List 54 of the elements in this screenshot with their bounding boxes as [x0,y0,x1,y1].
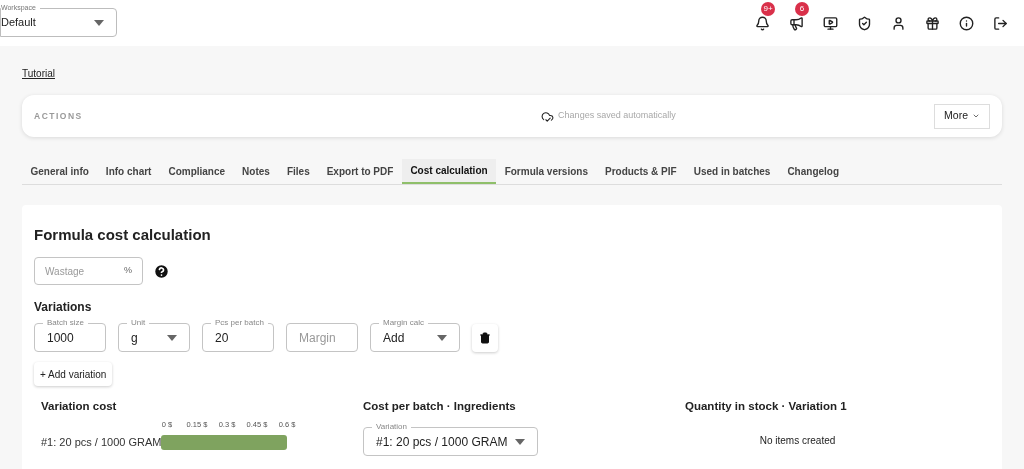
delete-button[interactable] [472,323,498,352]
info-icon [958,15,974,31]
megaphone-icon [788,15,804,31]
field-value: Add [383,329,405,347]
caret-icon [167,334,177,341]
field-label: Margin calc [379,317,428,329]
count-badge: 9+ [761,2,775,16]
add-variation-button[interactable]: + Add variation [34,362,113,386]
category-label: #1: 20 pcs / 1000 GRAM [41,436,162,449]
variation-cost-title: Variation cost [41,399,118,414]
save-status: Changes saved automatically [558,109,676,123]
tab[interactable]: General info [22,159,98,184]
more-button[interactable]: More [934,103,990,129]
wastage-field[interactable]: Wastage % [34,257,143,285]
field-value: 20 [215,329,229,347]
tab[interactable]: Export to PDF [318,159,402,184]
bell-icon [754,15,770,31]
count-badge: 6 [795,2,809,16]
gift-icon [924,15,940,31]
percent-suffix: % [124,264,132,278]
cost-per-batch-title: Cost per batch · Ingredients [363,399,517,414]
tab[interactable]: Files [278,159,319,184]
caret-icon [94,19,104,26]
help-icon[interactable] [153,262,170,280]
cloud-check-icon [541,109,555,123]
stock-title: Quantity in stock · Variation 1 [685,399,848,414]
chevron-down-icon [972,112,980,120]
field-value: 1000 [47,329,74,347]
tab[interactable]: Products & PIF [596,159,686,184]
tab[interactable]: Notes [233,159,279,184]
tab[interactable]: Used in batches [685,159,779,184]
media-icon [822,15,838,31]
caret-icon [437,334,447,341]
empty-message: No items created [758,434,837,449]
field-placeholder: Wastage [45,264,85,279]
tab[interactable]: Info chart [97,159,160,184]
field-value: g [131,329,138,347]
tutorial-link[interactable]: Tutorial [22,68,55,79]
variations-title: Variations [34,299,93,316]
logout-icon [992,15,1008,31]
field-label: Pcs per batch [211,317,268,329]
caret-icon [515,438,525,445]
tab[interactable]: Changelog [778,159,848,184]
field-value: Default [1,15,36,31]
tab[interactable]: Formula versions [496,159,597,184]
field-value: #1: 20 pcs / 1000 GRAM [376,433,508,451]
shield-icon [856,15,872,31]
user-icon [890,15,906,31]
tab[interactable]: Cost calculation [401,159,497,184]
tab[interactable]: Compliance [159,159,234,184]
trash-icon [479,331,491,344]
actions-title: ACTIONS [34,109,83,123]
section-title: Formula cost calculation [34,225,212,245]
field-placeholder: Margin [299,329,336,347]
